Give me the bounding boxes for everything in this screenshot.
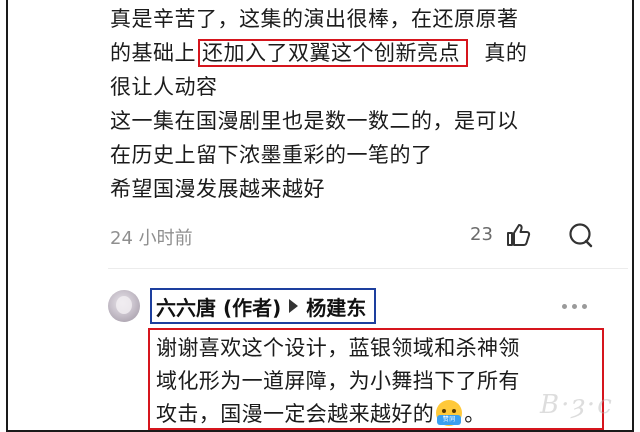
comment-timestamp: 24 小时前: [110, 228, 193, 249]
comment-line: 真是辛苦了，这集的演出很棒，在还原原著: [110, 7, 519, 31]
dot: [572, 304, 577, 309]
divider: [108, 268, 628, 269]
reply-arrow-icon: [289, 299, 299, 313]
dot: [582, 304, 587, 309]
thumbs-up-icon[interactable]: [504, 221, 532, 249]
reply-body-box: 谢谢喜欢这个设计，蓝银领域和杀神领 域化形为一道屏障，为小舞挡下了所有 攻击，国…: [148, 328, 604, 430]
highlight-box-red: 还加入了双翼这个创新亮点: [198, 39, 468, 67]
comment-line: 希望国漫发展越来越好: [110, 177, 325, 201]
author-name[interactable]: 六六唐 (作者): [156, 292, 281, 321]
comment-text-segment: 的基础上: [110, 41, 196, 65]
reply-line: 谢谢喜欢这个设计，蓝银领域和杀神领: [156, 336, 520, 360]
comment-line: 很让人动容: [110, 75, 218, 99]
comment-meta: 24 小时前 23: [110, 221, 610, 251]
comment-line: 在历史上留下浓墨重彩的一笔的了: [110, 143, 433, 167]
reply-author-box: 六六唐 (作者) 杨建东: [150, 288, 377, 324]
comment-text-segment: 真的: [484, 41, 528, 65]
reply-line: 攻击，国漫一定会越来越好的 赞同。: [156, 398, 596, 431]
smile-emoji-icon: 赞同: [436, 400, 463, 426]
watermark-logo: B·ȝ·c: [540, 390, 614, 420]
dot: [562, 304, 567, 309]
comment-line: 这一集在国漫剧里也是数一数二的，是可以: [110, 109, 519, 133]
more-dots-icon[interactable]: [560, 296, 590, 316]
reply-line: 域化形为一道屏障，为小舞挡下了所有: [156, 369, 520, 393]
chat-bubble-icon[interactable]: [566, 221, 594, 249]
avatar[interactable]: [108, 290, 140, 322]
reply-to-name[interactable]: 杨建东: [306, 292, 366, 321]
comment-body: 真是辛苦了，这集的演出很棒，在还原原著 的基础上 还加入了双翼这个创新亮点 真的 …: [110, 2, 620, 206]
reply-text-segment: 攻击，国漫一定会越来越好的: [156, 402, 435, 426]
like-count: 23: [470, 224, 493, 245]
comment-line: 的基础上 还加入了双翼这个创新亮点 真的: [110, 36, 620, 70]
reply-text-segment: 。: [464, 402, 486, 426]
emoji-label: 赞同: [437, 415, 462, 425]
